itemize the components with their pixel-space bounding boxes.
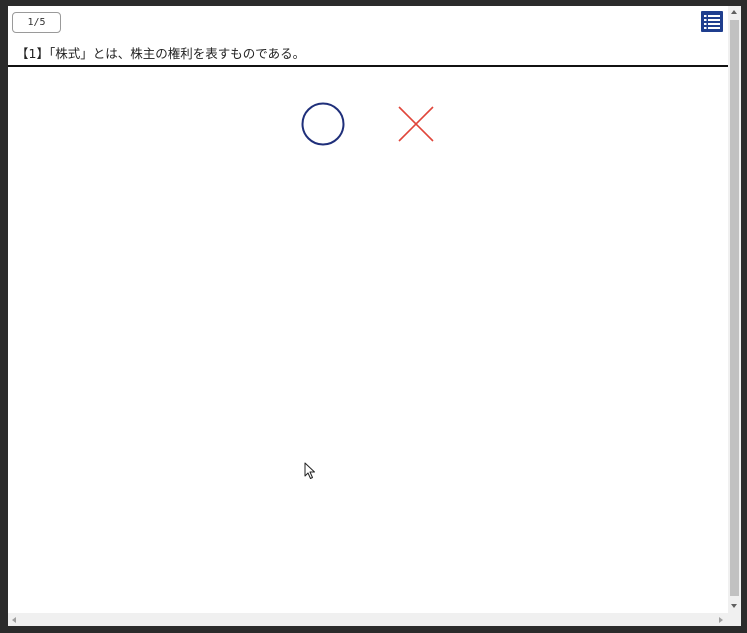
answer-false-button[interactable] (395, 103, 437, 145)
scroll-up-icon[interactable] (731, 10, 737, 14)
quiz-window: 1/5 【1】「株式」とは、株主の権利を表すものである。 (8, 6, 741, 626)
scroll-left-icon[interactable] (12, 617, 16, 623)
horizontal-scrollbar[interactable] (8, 613, 728, 626)
vertical-scroll-thumb[interactable] (730, 20, 739, 596)
page-counter: 1/5 (12, 12, 61, 33)
header-divider (8, 65, 728, 67)
answer-true-button[interactable] (300, 101, 346, 147)
question-text: 【1】「株式」とは、株主の権利を表すものである。 (16, 46, 306, 61)
screen: { "quiz": { "page_counter": "1/5", "ques… (0, 0, 747, 633)
quiz-content: 1/5 【1】「株式」とは、株主の権利を表すものである。 (8, 6, 728, 613)
scroll-down-icon[interactable] (731, 604, 737, 608)
scrollbar-corner (728, 613, 741, 626)
scroll-right-icon[interactable] (719, 617, 723, 623)
circle-icon (301, 102, 345, 146)
mouse-pointer-icon (304, 462, 316, 480)
list-icon (704, 15, 720, 29)
cross-icon (398, 106, 434, 142)
vertical-scrollbar[interactable] (728, 6, 741, 613)
menu-button[interactable] (701, 11, 723, 32)
